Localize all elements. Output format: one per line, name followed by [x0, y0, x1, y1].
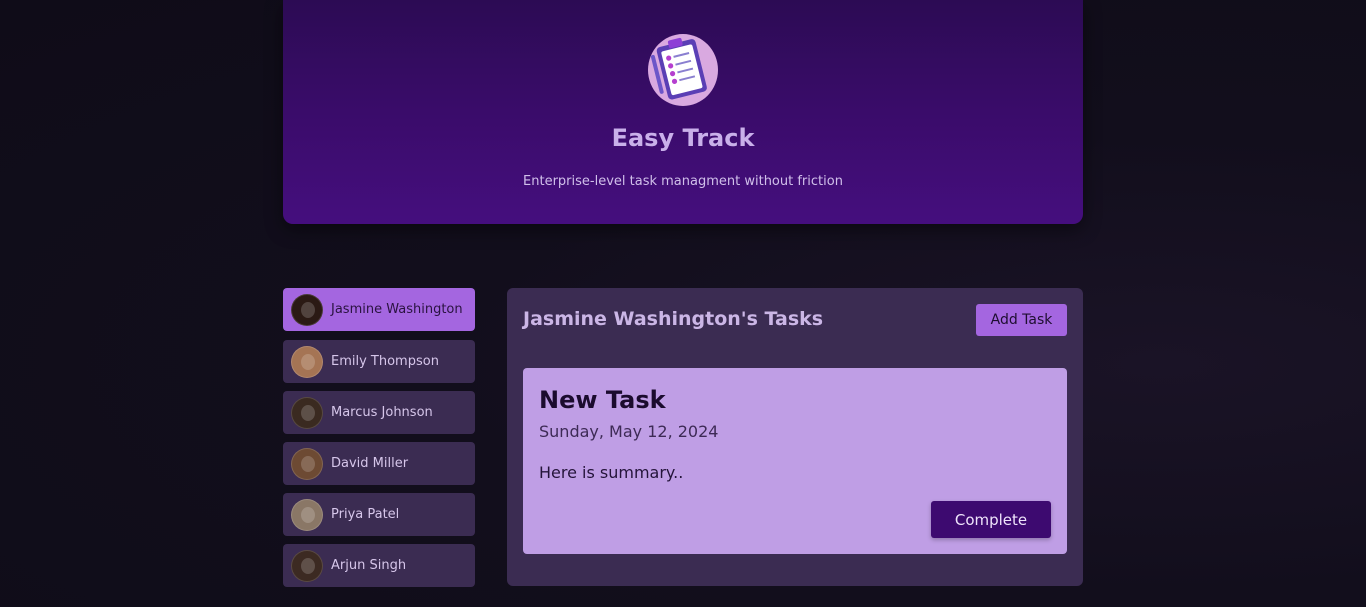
- user-item-arjun-singh[interactable]: Arjun Singh: [283, 544, 475, 587]
- user-name: Jasmine Washington: [331, 302, 463, 317]
- user-name: David Miller: [331, 456, 409, 471]
- user-item-priya-patel[interactable]: Priya Patel: [283, 493, 475, 536]
- avatar: [291, 345, 323, 378]
- app-subtitle: Enterprise-level task managment without …: [523, 174, 843, 189]
- user-item-david-miller[interactable]: David Miller: [283, 442, 475, 485]
- avatar: [291, 293, 323, 326]
- avatar: [291, 549, 323, 582]
- add-task-button[interactable]: Add Task: [976, 304, 1067, 336]
- user-name: Emily Thompson: [331, 354, 439, 369]
- tasks-panel: Jasmine Washington's Tasks Add Task New …: [507, 288, 1083, 586]
- app-title: Easy Track: [611, 124, 755, 152]
- avatar: [291, 447, 323, 480]
- user-item-jasmine-washington[interactable]: Jasmine Washington: [283, 288, 475, 331]
- complete-button[interactable]: Complete: [931, 501, 1051, 538]
- task-date: Sunday, May 12, 2024: [539, 422, 719, 441]
- app-header: Easy Track Enterprise-level task managme…: [283, 0, 1083, 224]
- clipboard-checklist-icon: [648, 34, 718, 106]
- task-card: New Task Sunday, May 12, 2024 Here is su…: [523, 368, 1067, 554]
- user-name: Marcus Johnson: [331, 405, 433, 420]
- user-list: Jasmine Washington Emily Thompson Marcus…: [283, 288, 475, 595]
- tasks-panel-title: Jasmine Washington's Tasks: [523, 308, 824, 330]
- avatar: [291, 396, 323, 429]
- avatar: [291, 498, 323, 531]
- task-title: New Task: [539, 386, 666, 414]
- user-name: Arjun Singh: [331, 558, 407, 573]
- user-item-marcus-johnson[interactable]: Marcus Johnson: [283, 391, 475, 434]
- task-summary: Here is summary..: [539, 463, 684, 482]
- user-item-emily-thompson[interactable]: Emily Thompson: [283, 340, 475, 383]
- user-name: Priya Patel: [331, 507, 400, 522]
